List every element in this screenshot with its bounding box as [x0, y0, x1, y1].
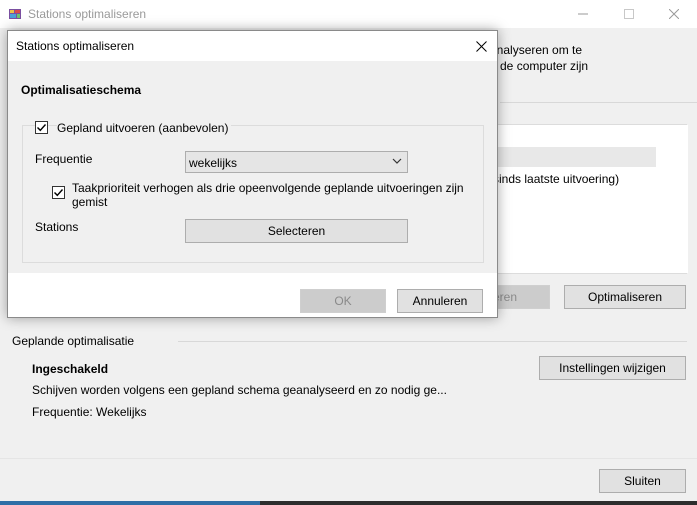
description-line: p de computer zijn: [490, 59, 589, 73]
scheduled-status: Ingeschakeld: [32, 362, 109, 376]
scheduled-optimization-header: Geplande optimalisatie: [12, 334, 135, 348]
drive-row[interactable]: sinds laatste uitvoering): [491, 147, 656, 186]
divider: [500, 102, 697, 103]
priority-label[interactable]: Taakprioriteit verhogen als drie opeenvo…: [72, 181, 482, 209]
close-button[interactable]: Sluiten: [599, 469, 686, 493]
drive-list-scroll-area: [656, 125, 688, 273]
ok-button[interactable]: OK: [300, 289, 386, 313]
main-titlebar[interactable]: Stations optimaliseren: [0, 0, 697, 28]
description-line: analyseren om te: [490, 43, 583, 57]
frequency-label: Frequentie: [35, 152, 93, 166]
checkmark-icon: [37, 124, 47, 132]
priority-checkbox[interactable]: [52, 186, 65, 199]
dialog-title: Stations optimaliseren: [16, 39, 135, 53]
dialog-heading: Optimalisatieschema: [21, 83, 142, 97]
drive-list[interactable]: sinds laatste uitvoering): [490, 124, 688, 274]
optimize-button[interactable]: Optimaliseren: [564, 285, 686, 309]
change-settings-button[interactable]: Instellingen wijzigen: [539, 356, 686, 380]
chevron-down-icon: [391, 155, 403, 170]
run-scheduled-label[interactable]: Gepland uitvoeren (aanbevolen): [57, 121, 232, 135]
drive-status-cell: sinds laatste uitvoering): [493, 172, 620, 186]
run-scheduled-checkbox[interactable]: [35, 121, 48, 134]
scheduled-frequency: Frequentie: Wekelijks: [32, 405, 147, 419]
frequency-selected-value: wekelijks: [189, 156, 238, 170]
taskbar-accent: [0, 501, 260, 505]
close-icon[interactable]: [651, 0, 697, 28]
maximize-icon[interactable]: [606, 0, 652, 28]
schedule-dialog: Stations optimaliseren Optimalisatiesche…: [7, 30, 498, 318]
checkmark-icon: [54, 189, 64, 197]
drives-label: Stations: [35, 220, 79, 234]
scheduled-description: Schijven worden volgens een gepland sche…: [32, 383, 447, 397]
main-window-title: Stations optimaliseren: [28, 7, 147, 21]
defrag-app-icon: [8, 7, 22, 21]
footer-bar: [0, 458, 697, 505]
minimize-icon[interactable]: [560, 0, 606, 28]
close-icon[interactable]: [470, 35, 492, 57]
main-description: analyseren om te p de computer zijn: [490, 42, 690, 74]
divider: [178, 341, 687, 342]
select-drives-button[interactable]: Selecteren: [185, 219, 408, 243]
cancel-button[interactable]: Annuleren: [397, 289, 483, 313]
frequency-select[interactable]: wekelijks: [185, 151, 408, 173]
